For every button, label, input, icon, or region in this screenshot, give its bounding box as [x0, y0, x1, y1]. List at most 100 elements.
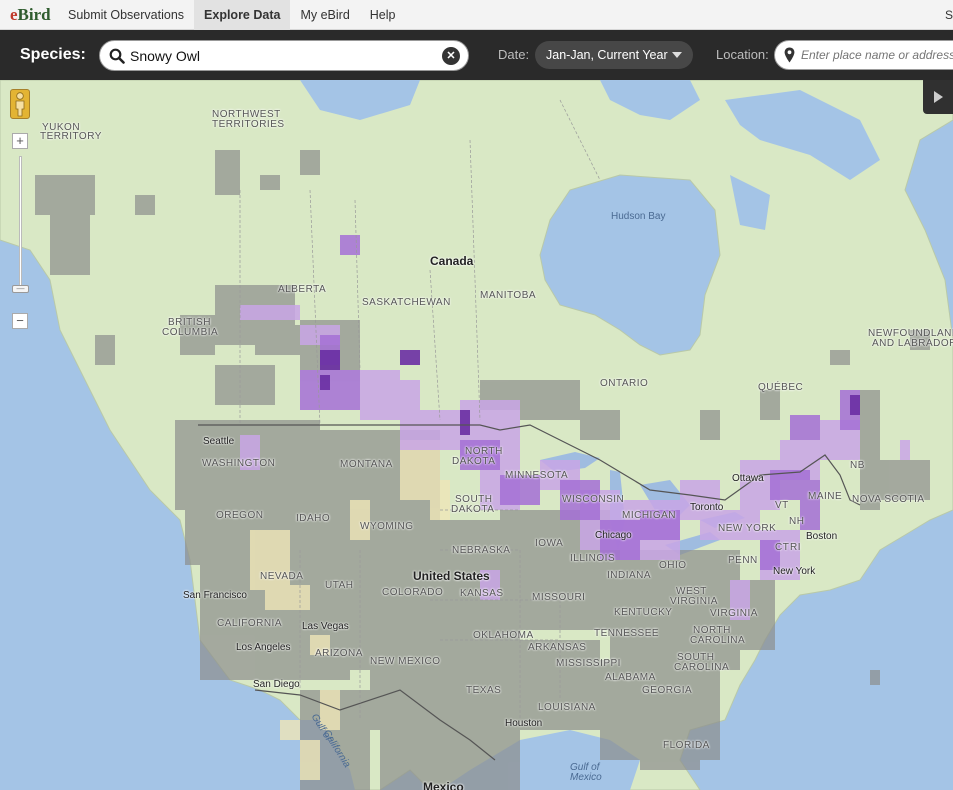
- label-wyoming: WYOMING: [360, 521, 414, 532]
- label-texas: TEXAS: [466, 685, 502, 696]
- label-saskatchewan: SASKATCHEWAN: [362, 297, 451, 308]
- label-san-francisco: San Francisco: [183, 590, 247, 601]
- zoom-slider-thumb[interactable]: —: [12, 285, 29, 293]
- label-houston: Houston: [505, 718, 543, 729]
- label-north-dakota-2: DAKOTA: [452, 456, 496, 467]
- species-label: Species:: [20, 46, 86, 63]
- label-montana: MONTANA: [340, 459, 393, 470]
- label-territory: TERRITORY: [40, 131, 102, 142]
- label-nova-scotia: NOVA SCOTIA: [852, 494, 925, 505]
- label-oklahoma: OKLAHOMA: [473, 630, 534, 641]
- label-arkansas: ARKANSAS: [528, 642, 587, 653]
- label-boston: Boston: [806, 531, 838, 542]
- label-iowa: IOWA: [535, 538, 564, 549]
- location-pin-icon: [784, 47, 795, 63]
- label-kansas: KANSAS: [460, 588, 504, 599]
- label-missouri: MISSOURI: [532, 592, 586, 603]
- label-illinois: ILLINOIS: [570, 553, 616, 564]
- panel-expand-button[interactable]: [923, 80, 953, 114]
- chevron-down-icon: [672, 52, 682, 58]
- label-maine: MAINE: [808, 491, 843, 502]
- label-nebraska: NEBRASKA: [452, 545, 511, 556]
- label-ottawa: Ottawa: [732, 473, 764, 484]
- label-washington: WASHINGTON: [202, 458, 276, 469]
- label-michigan: MICHIGAN: [622, 510, 676, 521]
- play-arrow-icon: [934, 91, 943, 103]
- label-labrador: AND LABRADOR: [872, 338, 953, 349]
- label-los-angeles: Los Angeles: [236, 642, 291, 653]
- label-florida: FLORIDA: [663, 740, 710, 751]
- nav-submit-observations[interactable]: Submit Observations: [58, 0, 194, 30]
- label-seattle: Seattle: [203, 436, 235, 447]
- label-colorado: COLORADO: [382, 587, 444, 598]
- label-hudson-bay: Hudson Bay: [611, 211, 666, 222]
- label-vt: VT: [775, 500, 789, 511]
- label-ct: CT: [775, 542, 790, 553]
- zoom-slider-track[interactable]: [19, 156, 22, 291]
- species-search[interactable]: ✕: [99, 40, 469, 71]
- label-mexico: Mexico: [423, 780, 464, 790]
- label-san-diego: San Diego: [253, 679, 300, 690]
- label-ohio: OHIO: [659, 560, 687, 571]
- label-south-carolina-2: CAROLINA: [674, 662, 730, 673]
- label-louisiana: LOUISIANA: [538, 702, 596, 713]
- zoom-in-button[interactable]: +: [12, 133, 28, 149]
- label-wisconsin: WISCONSIN: [562, 494, 625, 505]
- label-nb: NB: [850, 460, 865, 471]
- label-nh: NH: [789, 516, 805, 527]
- label-toronto: Toronto: [690, 502, 724, 513]
- label-mississippi: MISSISSIPPI: [556, 658, 621, 669]
- top-navigation: eBird Submit Observations Explore Data M…: [0, 0, 953, 30]
- label-quebec: QUÉBEC: [758, 382, 804, 393]
- label-tennessee: TENNESSEE: [594, 628, 660, 639]
- zoom-out-button[interactable]: −: [12, 313, 28, 329]
- label-california: CALIFORNIA: [217, 618, 283, 629]
- label-south-dakota-2: DAKOTA: [451, 504, 495, 515]
- nav-explore-data[interactable]: Explore Data: [194, 0, 291, 30]
- label-north-carolina-2: CAROLINA: [690, 635, 746, 646]
- label-kentucky: KENTUCKY: [614, 607, 673, 618]
- label-idaho: IDAHO: [296, 513, 331, 524]
- location-label: Location:: [716, 47, 769, 62]
- label-new-mexico: NEW MEXICO: [370, 656, 441, 667]
- street-view-pegman-icon[interactable]: [10, 89, 30, 119]
- location-input[interactable]: [801, 46, 953, 64]
- label-arizona: ARIZONA: [315, 648, 363, 659]
- label-new-york-state: NEW YORK: [718, 523, 777, 534]
- range-map[interactable]: YUKON TERRITORY NORTHWEST TERRITORIES BR…: [0, 80, 953, 790]
- label-virginia: VIRGINIA: [710, 608, 758, 619]
- label-west-virginia: VIRGINIA: [670, 596, 718, 607]
- date-label: Date:: [498, 47, 530, 62]
- label-columbia: COLUMBIA: [162, 327, 219, 338]
- label-utah: UTAH: [325, 580, 354, 591]
- label-minnesota: MINNESOTA: [505, 470, 569, 481]
- nav-help[interactable]: Help: [360, 0, 406, 30]
- label-manitoba: MANITOBA: [480, 290, 537, 301]
- label-territories: TERRITORIES: [212, 119, 285, 130]
- label-oregon: OREGON: [216, 510, 264, 521]
- label-new-york-city: New York: [773, 566, 816, 577]
- date-range-select[interactable]: Jan-Jan, Current Year: [535, 41, 693, 69]
- label-nevada: NEVADA: [260, 571, 304, 582]
- label-chicago: Chicago: [595, 530, 632, 541]
- clear-icon[interactable]: ✕: [442, 47, 460, 65]
- label-ri: RI: [790, 542, 801, 553]
- label-gulf-of-mexico-2: Mexico: [570, 772, 602, 783]
- search-icon: [109, 48, 125, 64]
- label-penn: PENN: [728, 555, 758, 566]
- location-search[interactable]: [774, 40, 953, 70]
- label-alabama: ALABAMA: [605, 672, 656, 683]
- label-las-vegas: Las Vegas: [302, 621, 349, 632]
- nav-sign-in[interactable]: S: [945, 0, 953, 30]
- label-indiana: INDIANA: [607, 570, 652, 581]
- label-georgia: GEORGIA: [642, 685, 693, 696]
- label-canada: Canada: [430, 254, 474, 268]
- label-alberta: ALBERTA: [278, 284, 327, 295]
- label-united-states: United States: [413, 569, 490, 583]
- map-canvas[interactable]: [0, 80, 953, 790]
- nav-my-ebird[interactable]: My eBird: [290, 0, 359, 30]
- label-ontario: ONTARIO: [600, 378, 649, 389]
- ebird-logo[interactable]: eBird: [0, 5, 58, 25]
- species-input[interactable]: [130, 46, 430, 66]
- map-toolbar: Species: ✕ Date: Jan-Jan, Current Year L…: [0, 30, 953, 80]
